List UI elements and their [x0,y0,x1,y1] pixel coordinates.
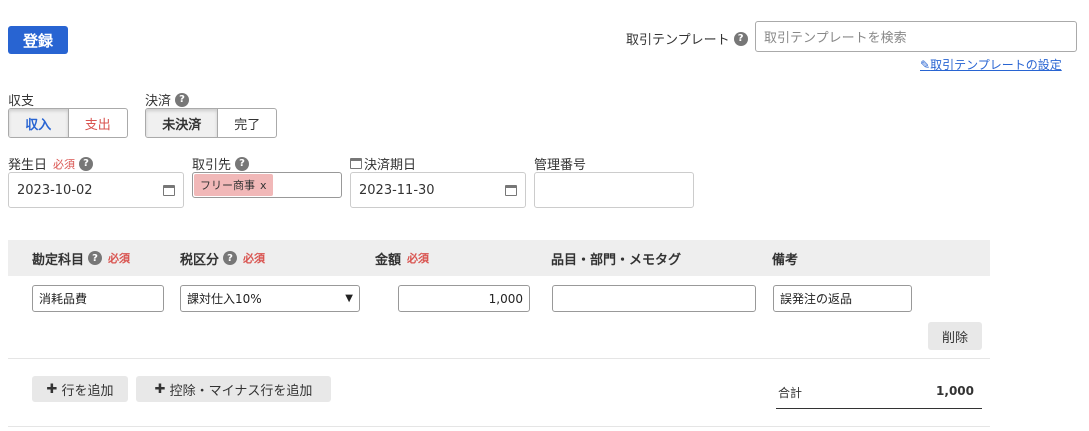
calendar-icon [350,158,362,169]
template-search-input[interactable]: 取引テンプレートを検索 [755,21,1077,52]
edit-icon: ✎ [920,58,931,72]
amount-header: 金額 必須 [375,252,430,268]
partner-tag: フリー商事 x [194,174,273,196]
help-icon[interactable]: ? [223,251,238,265]
unsettled-option[interactable]: 未決済 [146,109,219,137]
help-icon[interactable]: ? [88,251,103,265]
settlement-label-group: 決済 ? [145,90,190,109]
calendar-icon [163,184,175,196]
delete-row-button[interactable]: 削除 [928,322,982,350]
help-icon[interactable]: ? [79,156,94,171]
tax-select[interactable]: 課対仕入10% ▼ [180,285,360,312]
chevron-down-icon: ▼ [345,293,353,304]
plus-icon: ✚ [154,381,166,397]
partner-label-group: 取引先 ? [192,154,250,173]
register-button[interactable]: 登録 [8,26,68,54]
due-date-label: 決済期日 [364,158,417,173]
income-expense-toggle: 収入 支出 [8,108,128,138]
template-label: 取引テンプレート [626,33,730,48]
bottom-divider [8,426,990,427]
row-divider [8,358,990,359]
due-date-label-group: 決済期日 [350,154,416,173]
issue-date-label: 発生日 [8,158,48,173]
management-no-input[interactable] [534,172,694,208]
help-icon[interactable]: ? [175,92,190,107]
income-expense-label: 収支 [8,94,35,109]
completed-option[interactable]: 完了 [218,109,276,137]
issue-date-label-group: 発生日 必須 ? [8,154,94,173]
partner-input[interactable]: フリー商事 x [192,172,342,198]
template-label-group: 取引テンプレート ? [626,29,748,48]
total-label: 合計 [778,386,803,400]
help-icon[interactable]: ? [733,31,748,46]
template-settings-link[interactable]: ✎取引テンプレートの設定 [920,58,1062,72]
add-row-button[interactable]: ✚ 行を追加 [32,376,128,402]
partner-label: 取引先 [192,158,232,173]
account-input[interactable]: 消耗品費 [32,285,164,312]
expense-option[interactable]: 支出 [69,109,128,137]
plus-icon: ✚ [46,381,58,397]
total-underline [776,408,982,409]
tags-header: 品目・部門・メモタグ [551,252,682,268]
issue-date-input[interactable]: 2023-10-02 [8,172,184,208]
settlement-label: 決済 [145,94,172,109]
account-header: 勘定科目 ? 必須 [32,251,131,268]
due-date-input[interactable]: 2023-11-30 [350,172,526,208]
add-deduction-row-button[interactable]: ✚ 控除・マイナス行を追加 [136,376,331,402]
calendar-icon [505,184,517,196]
memo-input[interactable]: 誤発注の返品 [773,285,912,312]
settlement-toggle: 未決済 完了 [145,108,277,138]
tags-input[interactable] [552,285,756,312]
table-header: 勘定科目 ? 必須 税区分 ? 必須 金額 必須 品目・部門・メモタグ 備考 [8,240,990,276]
amount-input[interactable]: 1,000 [398,285,530,312]
memo-header: 備考 [772,252,799,268]
help-icon[interactable]: ? [235,156,250,171]
tax-header: 税区分 ? 必須 [180,251,266,268]
income-option[interactable]: 収入 [9,109,69,137]
tag-remove-icon[interactable]: x [260,179,267,192]
required-badge: 必須 [53,157,76,171]
management-no-label: 管理番号 [534,158,587,173]
total-value: 1,000 [936,384,974,398]
template-settings-link-wrap: ✎取引テンプレートの設定 [920,56,1062,73]
